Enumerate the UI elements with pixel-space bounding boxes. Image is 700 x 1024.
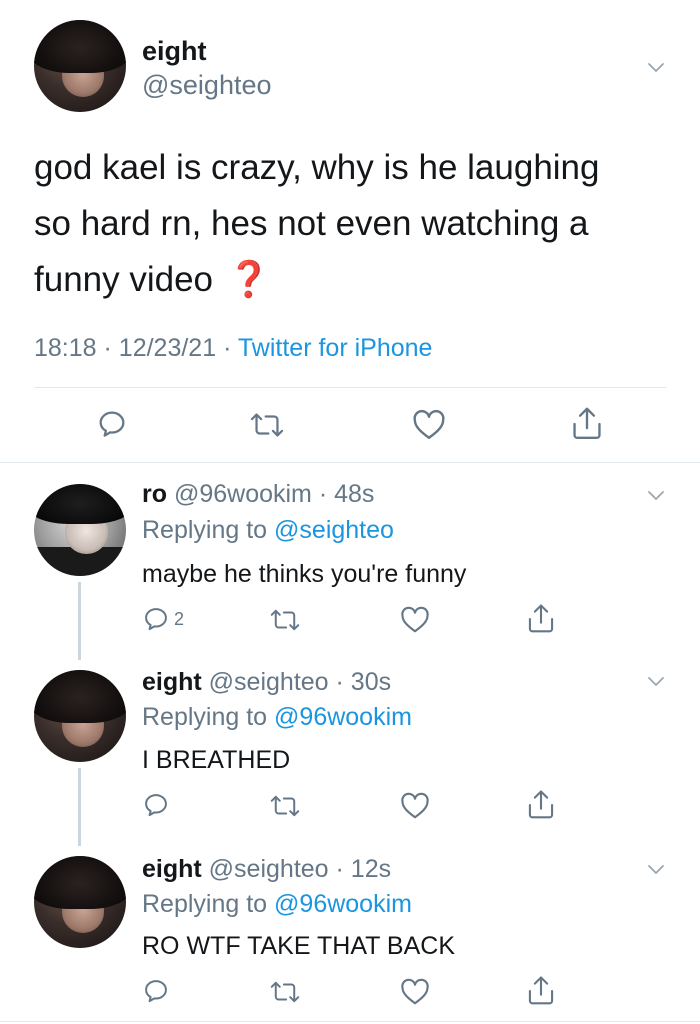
tweet-text-line: god kael is crazy, why is he laughing bbox=[34, 148, 600, 187]
reply-button[interactable]: 2 bbox=[142, 605, 184, 633]
replying-to-link[interactable]: @96wookim bbox=[274, 703, 412, 731]
reply-author-handle[interactable]: @seighteo · 30s bbox=[209, 668, 391, 696]
share-icon bbox=[528, 604, 554, 633]
reply-icon bbox=[145, 608, 167, 631]
divider bbox=[34, 387, 666, 388]
replying-to-link[interactable]: @96wookim bbox=[274, 890, 412, 918]
retweet-button[interactable] bbox=[270, 793, 300, 819]
avatar[interactable] bbox=[34, 484, 126, 576]
reply-button[interactable] bbox=[96, 408, 128, 440]
reply-count: 2 bbox=[174, 608, 185, 629]
tweet-meta: 18:18 · 12/23/21 · Twitter for iPhone bbox=[34, 334, 433, 362]
share-button[interactable] bbox=[526, 789, 556, 821]
tweet-text: god kael is crazy, why is he laughing so… bbox=[34, 140, 654, 308]
thread-line bbox=[78, 582, 81, 660]
heart-icon bbox=[401, 792, 429, 819]
like-button[interactable] bbox=[400, 978, 430, 1006]
reply-button[interactable] bbox=[142, 977, 170, 1005]
reply-icon bbox=[145, 794, 167, 817]
replying-to: Replying to @96wookim bbox=[142, 890, 412, 918]
avatar[interactable] bbox=[34, 670, 126, 762]
retweet-icon bbox=[270, 609, 300, 631]
tweet-text-line: funny video bbox=[34, 260, 214, 299]
reply-header[interactable]: eight @seighteo · 30s bbox=[142, 668, 391, 697]
chevron-down-icon[interactable] bbox=[646, 58, 666, 78]
retweet-button[interactable] bbox=[270, 607, 300, 633]
chevron-down-icon[interactable] bbox=[646, 672, 666, 692]
divider bbox=[0, 462, 700, 463]
divider bbox=[0, 1021, 700, 1022]
reply-icon bbox=[145, 980, 167, 1003]
reply-text: I BREATHED bbox=[142, 746, 291, 774]
like-button[interactable] bbox=[412, 409, 446, 441]
chevron-down-icon[interactable] bbox=[646, 486, 666, 506]
heart-icon bbox=[401, 978, 429, 1005]
like-button[interactable] bbox=[400, 606, 430, 634]
reply-author-handle[interactable]: @seighteo · 12s bbox=[209, 855, 391, 883]
retweet-button[interactable] bbox=[250, 410, 284, 440]
like-button[interactable] bbox=[400, 792, 430, 820]
retweet-icon bbox=[250, 413, 284, 437]
avatar[interactable] bbox=[34, 20, 126, 112]
question-mark-emoji: ❓ bbox=[227, 260, 271, 299]
retweet-icon bbox=[270, 981, 300, 1003]
chevron-down-icon[interactable] bbox=[646, 860, 666, 880]
share-icon bbox=[573, 407, 601, 440]
share-icon bbox=[528, 790, 554, 819]
share-button[interactable] bbox=[570, 406, 604, 442]
reply-header[interactable]: eight @seighteo · 12s bbox=[142, 855, 391, 884]
heart-icon bbox=[413, 409, 445, 439]
reply-author-name[interactable]: eight bbox=[142, 855, 202, 883]
share-button[interactable] bbox=[526, 975, 556, 1007]
author-name[interactable]: eight bbox=[142, 36, 207, 67]
reply-author-name[interactable]: ro bbox=[142, 480, 167, 508]
reply-author-name[interactable]: eight bbox=[142, 668, 202, 696]
replying-to-link[interactable]: @seighteo bbox=[274, 516, 394, 544]
reply-button[interactable] bbox=[142, 791, 170, 819]
tweet-source[interactable]: Twitter for iPhone bbox=[238, 334, 433, 362]
tweet-text-line: so hard rn, hes not even watching a bbox=[34, 204, 589, 243]
replying-to: Replying to @seighteo bbox=[142, 516, 394, 544]
reply-author-handle[interactable]: @96wookim · 48s bbox=[174, 480, 374, 508]
reply-text: RO WTF TAKE THAT BACK bbox=[142, 932, 456, 960]
retweet-icon bbox=[270, 795, 300, 817]
share-button[interactable] bbox=[526, 603, 556, 635]
thread-line bbox=[78, 768, 81, 846]
author-handle[interactable]: @seighteo bbox=[142, 70, 272, 101]
share-icon bbox=[528, 976, 554, 1005]
tweet-time: 18:18 bbox=[34, 334, 97, 362]
avatar[interactable] bbox=[34, 856, 126, 948]
retweet-button[interactable] bbox=[270, 979, 300, 1005]
heart-icon bbox=[401, 606, 429, 633]
reply-text: maybe he thinks you're funny bbox=[142, 560, 467, 588]
reply-header[interactable]: ro @96wookim · 48s bbox=[142, 480, 374, 509]
reply-icon bbox=[99, 411, 125, 437]
replying-to: Replying to @96wookim bbox=[142, 703, 412, 731]
tweet-date: 12/23/21 bbox=[118, 334, 217, 362]
